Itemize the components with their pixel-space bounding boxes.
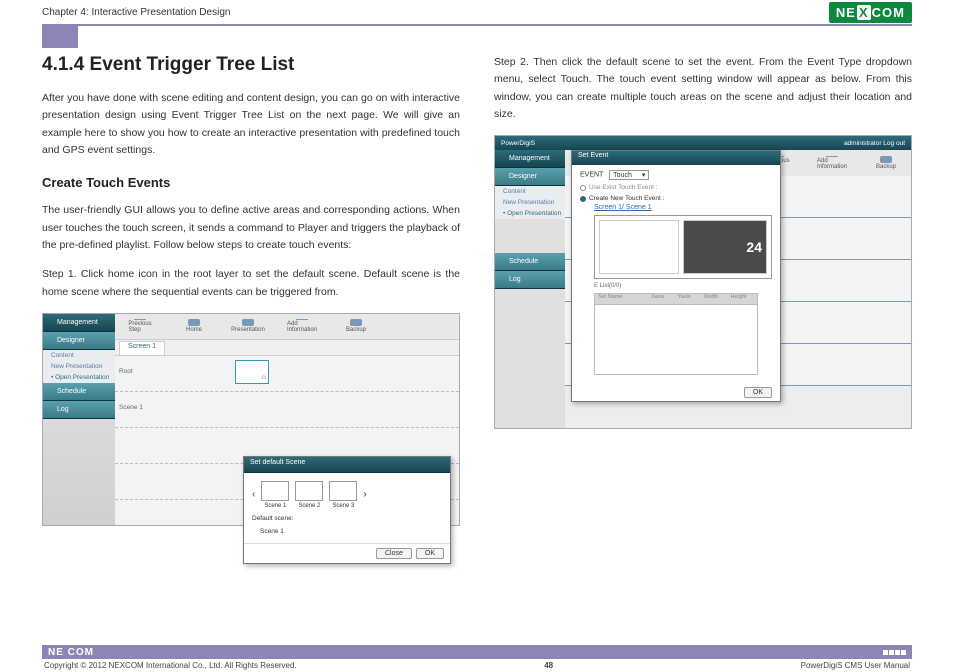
toolbar-backup-label: Backup bbox=[346, 327, 366, 333]
scene-path-link[interactable]: Screen 1/ Scene 1 bbox=[594, 204, 772, 211]
sidebar-item-log[interactable]: Log bbox=[43, 401, 115, 419]
footer-decor bbox=[883, 650, 906, 655]
tb2-backup-label: Backup bbox=[876, 164, 896, 170]
row-label-scene1: Scene 1 bbox=[119, 404, 143, 411]
sb2-schedule[interactable]: Schedule bbox=[495, 253, 565, 271]
tb2-addinfo[interactable]: Add Information bbox=[825, 156, 839, 170]
row-label-root: Root bbox=[119, 368, 133, 375]
trigger-tree-canvas: Root ⌂ Scene 1 Set default Scene bbox=[115, 356, 459, 525]
scene-option-3[interactable]: Scene 3 bbox=[329, 481, 357, 509]
toolbar-addinfo-label: Add Information bbox=[287, 321, 317, 333]
home-icon: ⌂ bbox=[262, 374, 266, 381]
toolbar-backup-button[interactable]: Backup bbox=[349, 319, 363, 333]
sidebar-item-schedule[interactable]: Schedule bbox=[43, 383, 115, 401]
col-setname: Set Name bbox=[595, 294, 651, 304]
toolbar-presentation-label: Presentation bbox=[231, 327, 265, 333]
sb2-log[interactable]: Log bbox=[495, 271, 565, 289]
toolbar-previous-button[interactable]: Previous Step bbox=[133, 319, 147, 333]
toolbar-previous-label: Previous Step bbox=[128, 321, 151, 333]
elist-label: E List(0/0) bbox=[594, 283, 772, 289]
next-arrow-button[interactable]: › bbox=[363, 489, 366, 500]
scene-option-2[interactable]: Scene 2 bbox=[295, 481, 323, 509]
tb2-backup[interactable]: Backup bbox=[879, 156, 893, 170]
paragraph-step2: Step 2. Then click the default scene to … bbox=[494, 54, 912, 123]
prev-arrow-button[interactable]: ‹ bbox=[252, 489, 255, 500]
scene-root-thumb[interactable]: ⌂ bbox=[235, 360, 269, 384]
col-yaxis: Yaxis bbox=[678, 294, 705, 304]
toolbar-addinfo-button[interactable]: Add Information bbox=[295, 319, 309, 333]
touch-area-columns: Set Name Xaxis Yaxis Width Height bbox=[594, 293, 758, 305]
screenshot-step2: PowerDigiS administrator Log out Managem… bbox=[494, 135, 912, 429]
user-logout[interactable]: administrator Log out bbox=[844, 140, 905, 147]
scene-option-3-label: Scene 3 bbox=[332, 503, 354, 509]
default-scene-label: Default scene: bbox=[252, 515, 442, 522]
dialog-title: Set default Scene bbox=[244, 457, 450, 473]
event-type-value: Touch bbox=[613, 172, 632, 179]
brand-logo: NE X COM bbox=[829, 2, 912, 23]
chevron-down-icon: ▾ bbox=[642, 171, 646, 179]
app-name: PowerDigiS bbox=[501, 140, 535, 147]
subsection-heading: Create Touch Events bbox=[42, 175, 460, 190]
opt-use-exist[interactable]: Use Exist Touch Event : bbox=[589, 184, 658, 191]
brand-before: NE bbox=[836, 5, 856, 20]
section-heading: 4.1.4 Event Trigger Tree List bbox=[42, 54, 460, 76]
ok-button-2[interactable]: OK bbox=[744, 387, 772, 398]
app-sidebar2: Management Designer Content New Presenta… bbox=[495, 150, 565, 428]
tab-screen1[interactable]: Screen 1 bbox=[119, 341, 165, 355]
event-label: EVENT bbox=[580, 172, 603, 179]
sb2-designer[interactable]: Designer bbox=[495, 168, 565, 186]
page-number: 48 bbox=[544, 661, 553, 670]
sidebar-item-management[interactable]: Management bbox=[43, 314, 115, 332]
manual-name: PowerDigiS CMS User Manual bbox=[801, 661, 910, 670]
copyright-text: Copyright © 2012 NEXCOM International Co… bbox=[44, 661, 297, 670]
toolbar-home-label: Home bbox=[186, 327, 202, 333]
set-default-scene-dialog: Set default Scene ‹ Scene 1 Scene 2 Scen… bbox=[243, 456, 451, 564]
ok-button[interactable]: OK bbox=[416, 548, 444, 559]
sidebar-sub-content[interactable]: Content bbox=[43, 350, 115, 361]
app-toolbar: Previous Step Home Presentation Add Info… bbox=[115, 314, 459, 340]
scene-option-2-label: Scene 2 bbox=[298, 503, 320, 509]
sb2-content[interactable]: Content bbox=[495, 186, 565, 197]
sb2-management[interactable]: Management bbox=[495, 150, 565, 168]
sb2-openpres[interactable]: • Open Presentation bbox=[495, 208, 565, 219]
screen-tabs: Screen 1 bbox=[115, 340, 459, 356]
sb2-newpres[interactable]: New Presentation bbox=[495, 197, 565, 208]
col-xaxis: Xaxis bbox=[651, 294, 678, 304]
brand-x: X bbox=[857, 5, 871, 20]
app-titlebar: PowerDigiS administrator Log out bbox=[495, 136, 911, 150]
paragraph-create-touch: The user-friendly GUI allows you to defi… bbox=[42, 202, 460, 254]
footer-brand: NE COM bbox=[48, 647, 94, 658]
brand-after: COM bbox=[872, 5, 905, 20]
chapter-title: Chapter 4: Interactive Presentation Desi… bbox=[42, 7, 230, 18]
col-height: Height bbox=[731, 294, 758, 304]
default-scene-value: Scene 1 bbox=[252, 528, 442, 535]
col-width: Width bbox=[704, 294, 731, 304]
scene-option-1[interactable]: Scene 1 bbox=[261, 481, 289, 509]
app-sidebar: Management Designer Content New Presenta… bbox=[43, 314, 115, 525]
sidebar-sub-openpresentation[interactable]: • Open Presentation bbox=[43, 372, 115, 383]
set-event-dialog: Set Event EVENT Touch ▾ Use Exist Touch … bbox=[571, 150, 781, 402]
event-type-select[interactable]: Touch ▾ bbox=[609, 170, 649, 180]
screenshot-step1: Management Designer Content New Presenta… bbox=[42, 313, 460, 526]
paragraph-step1: Step 1. Click home icon in the root laye… bbox=[42, 266, 460, 301]
sidebar-item-designer[interactable]: Designer bbox=[43, 332, 115, 350]
opt-create-new[interactable]: Create New Touch Event : bbox=[589, 195, 664, 202]
scene-preview[interactable]: 24 bbox=[594, 215, 772, 279]
page-edge-tab bbox=[42, 26, 78, 48]
tb2-addinfo-label: Add Information bbox=[817, 158, 847, 170]
close-button[interactable]: Close bbox=[376, 548, 412, 559]
preview-number: 24 bbox=[746, 239, 762, 255]
footer-bar: NE COM bbox=[42, 645, 912, 659]
scene-option-1-label: Scene 1 bbox=[264, 503, 286, 509]
intro-paragraph: After you have done with scene editing a… bbox=[42, 90, 460, 159]
toolbar-presentation-button[interactable]: Presentation bbox=[241, 319, 255, 333]
toolbar-home-button[interactable]: Home bbox=[187, 319, 201, 333]
touch-area-list[interactable] bbox=[594, 305, 758, 375]
sidebar-sub-newpresentation[interactable]: New Presentation bbox=[43, 361, 115, 372]
set-event-title: Set Event bbox=[572, 151, 780, 165]
